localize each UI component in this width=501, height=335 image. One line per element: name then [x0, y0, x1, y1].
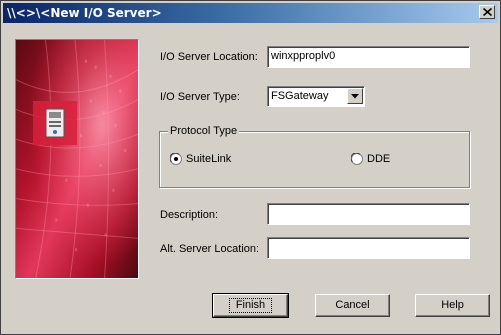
wizard-banner-image — [15, 39, 139, 279]
description-label: Description: — [160, 209, 219, 221]
chevron-down-icon — [351, 94, 359, 99]
new-io-server-dialog: \\<>\<New I/O Server> I/O Server Locatio… — [0, 0, 501, 335]
suitelink-label[interactable]: SuiteLink — [186, 153, 231, 165]
description-input[interactable] — [267, 203, 470, 225]
protocol-type-group: Protocol Type SuiteLink DDE — [159, 125, 470, 188]
dde-radio[interactable] — [351, 153, 363, 165]
alt-server-location-label: Alt. Server Location: — [160, 243, 260, 255]
close-button[interactable] — [479, 5, 495, 19]
server-location-label: I/O Server Location: — [160, 51, 258, 63]
protocol-type-title: Protocol Type — [168, 125, 240, 137]
help-button-label: Help — [441, 299, 464, 311]
server-icon — [33, 101, 77, 145]
title-bar[interactable]: \\<>\<New I/O Server> — [3, 3, 498, 23]
finish-button-label: Finish — [228, 298, 273, 313]
finish-button[interactable]: Finish — [212, 293, 289, 318]
window-title: \\<>\<New I/O Server> — [7, 6, 162, 20]
dde-label[interactable]: DDE — [367, 153, 390, 165]
server-type-value: FSGateway — [271, 90, 329, 102]
cancel-button-label: Cancel — [335, 299, 370, 311]
alt-server-location-input[interactable] — [267, 237, 470, 259]
cancel-button[interactable]: Cancel — [315, 294, 390, 317]
server-type-select[interactable]: FSGateway — [267, 86, 365, 107]
help-button[interactable]: Help — [415, 294, 490, 317]
close-icon — [483, 8, 492, 16]
server-location-input[interactable]: winxpproplv0 — [267, 46, 470, 68]
suitelink-radio[interactable] — [170, 153, 182, 165]
server-type-dropdown-button[interactable] — [347, 88, 363, 104]
server-type-label: I/O Server Type: — [160, 91, 240, 103]
